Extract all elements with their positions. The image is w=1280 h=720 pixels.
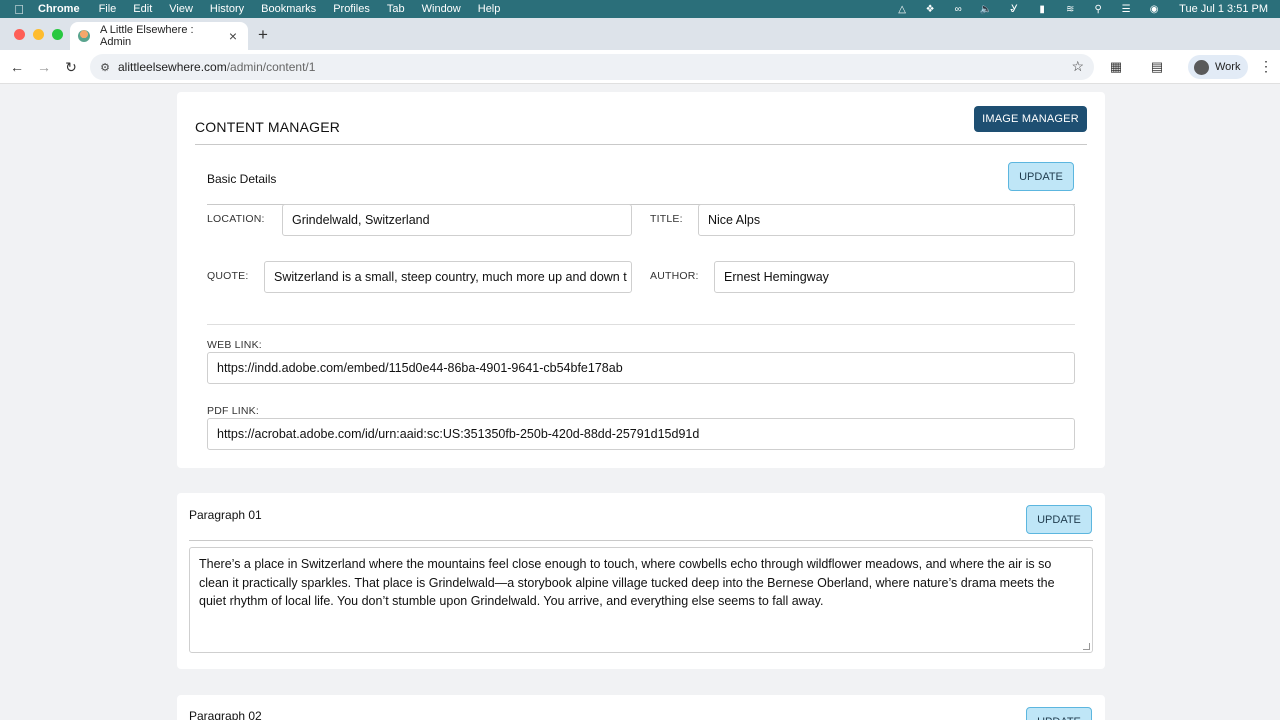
location-field[interactable]: Grindelwald, Switzerland — [282, 204, 632, 236]
battery-icon[interactable]: ▮ — [1035, 3, 1049, 15]
bluetooth-icon[interactable]: Ꮍ — [1007, 3, 1021, 15]
avatar — [1194, 59, 1209, 75]
wifi-icon[interactable]: ≋ — [1063, 3, 1077, 15]
cast-search-icon[interactable]: ▤ — [1149, 59, 1165, 75]
reload-icon[interactable]: ↻ — [62, 58, 80, 76]
page-content: CONTENT MANAGER IMAGE MANAGER Basic Deta… — [0, 85, 1280, 720]
address-bar[interactable]: ⚙ alittleelsewhere.com/admin/content/1 ☆ — [90, 54, 1094, 80]
apple-menu-icon[interactable]:  — [0, 2, 38, 17]
paragraph-01-text: There’s a place in Switzerland where the… — [199, 557, 1055, 608]
page-title: CONTENT MANAGER — [195, 119, 341, 135]
basic-details-heading: Basic Details — [207, 172, 277, 186]
divider — [207, 324, 1075, 325]
menu-tab[interactable]: Tab — [387, 3, 405, 15]
close-tab-icon[interactable]: × — [226, 28, 240, 44]
window-controls — [14, 29, 63, 40]
drive-icon[interactable]: △ — [895, 3, 909, 15]
menu-file[interactable]: File — [99, 3, 117, 15]
url-host: alittleelsewhere.com — [118, 60, 227, 74]
site-info-icon[interactable]: ⚙ — [92, 61, 118, 74]
bookmark-star-icon[interactable]: ☆ — [1071, 58, 1084, 75]
url-path: /admin/content/1 — [226, 60, 316, 74]
zoom-window-icon[interactable] — [52, 29, 63, 40]
menu-history[interactable]: History — [210, 3, 244, 15]
author-label: AUTHOR: — [650, 270, 699, 282]
paragraph-01-textarea[interactable]: There’s a place in Switzerland where the… — [189, 547, 1093, 653]
browser-tab-active[interactable]: A Little Elsewhere : Admin × — [70, 22, 248, 50]
minimize-window-icon[interactable] — [33, 29, 44, 40]
content-manager-card: CONTENT MANAGER IMAGE MANAGER Basic Deta… — [177, 92, 1105, 468]
browser-toolbar: ← → ↻ ⚙ alittleelsewhere.com/admin/conte… — [0, 50, 1280, 84]
update-basic-details-button[interactable]: UPDATE — [1008, 162, 1074, 191]
tab-title: A Little Elsewhere : Admin — [100, 24, 194, 48]
new-tab-icon[interactable]: + — [255, 25, 271, 45]
siri-icon[interactable]: ◉ — [1147, 3, 1161, 15]
update-paragraph-01-button[interactable]: UPDATE — [1026, 505, 1092, 534]
forward-arrow-icon[interactable]: → — [35, 58, 53, 76]
title-label: TITLE: — [650, 213, 683, 225]
browser-tab-strip: A Little Elsewhere : Admin × + — [0, 18, 1280, 50]
divider — [189, 540, 1093, 541]
menu-bar-clock[interactable]: Tue Jul 1 3:51 PM — [1179, 3, 1268, 15]
menu-bar-status-area: △ ❖ ∞ 🔈 Ꮍ ▮ ≋ ⚲ ☰ ◉ Tue Jul 1 3:51 PM — [895, 0, 1280, 18]
close-window-icon[interactable] — [14, 29, 25, 40]
quote-label: QUOTE: — [207, 270, 249, 282]
menu-app-chrome[interactable]: Chrome — [38, 3, 80, 15]
author-field[interactable]: Ernest Hemingway — [714, 261, 1075, 293]
menu-edit[interactable]: Edit — [133, 3, 152, 15]
menu-help[interactable]: Help — [478, 3, 501, 15]
volume-icon[interactable]: 🔈 — [979, 3, 993, 15]
location-label: LOCATION: — [207, 213, 265, 225]
creative-cloud-icon[interactable]: ∞ — [951, 3, 965, 15]
quote-field[interactable]: Switzerland is a small, steep country, m… — [264, 261, 632, 293]
pdf-link-label: PDF LINK: — [207, 405, 259, 417]
divider — [195, 144, 1087, 145]
web-link-label: WEB LINK: — [207, 339, 262, 351]
menu-bookmarks[interactable]: Bookmarks — [261, 3, 316, 15]
menu-profiles[interactable]: Profiles — [333, 3, 370, 15]
resize-handle-icon[interactable] — [1083, 643, 1090, 650]
image-manager-button[interactable]: IMAGE MANAGER — [974, 106, 1087, 132]
site-favicon-icon — [78, 30, 90, 42]
pdf-link-field[interactable]: https://acrobat.adobe.com/id/urn:aaid:sc… — [207, 418, 1075, 450]
menu-window[interactable]: Window — [422, 3, 461, 15]
profile-button[interactable]: Work — [1188, 55, 1248, 79]
dropbox-icon[interactable]: ❖ — [923, 3, 937, 15]
update-paragraph-02-button[interactable]: UPDATE — [1026, 707, 1092, 720]
paragraph-01-card: Paragraph 01 UPDATE There’s a place in S… — [177, 493, 1105, 669]
paragraph-01-heading: Paragraph 01 — [189, 508, 262, 522]
web-link-field[interactable]: https://indd.adobe.com/embed/115d0e44-86… — [207, 352, 1075, 384]
paragraph-02-heading: Paragraph 02 — [189, 709, 262, 720]
paragraph-02-card: Paragraph 02 UPDATE — [177, 695, 1105, 720]
extensions-icon[interactable]: ▦ — [1108, 59, 1124, 75]
macos-menu-bar:  Chrome File Edit View History Bookmark… — [0, 0, 1280, 18]
more-menu-icon[interactable]: ⋮ — [1259, 58, 1273, 75]
back-arrow-icon[interactable]: ← — [8, 58, 26, 76]
profile-label: Work — [1215, 61, 1241, 73]
spotlight-search-icon[interactable]: ⚲ — [1091, 3, 1105, 15]
title-field[interactable]: Nice Alps — [698, 204, 1075, 236]
menu-view[interactable]: View — [169, 3, 193, 15]
control-center-icon[interactable]: ☰ — [1119, 3, 1133, 15]
